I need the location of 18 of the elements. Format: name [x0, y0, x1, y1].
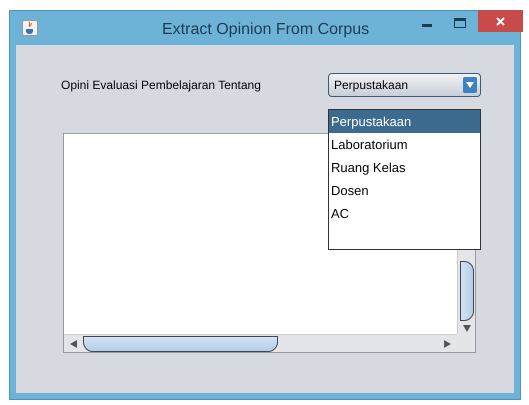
scroll-thumb[interactable] — [83, 336, 278, 352]
maximize-button[interactable] — [454, 18, 466, 28]
dropdown-option[interactable]: Laboratorium — [329, 133, 480, 156]
dropdown-option[interactable]: Dosen — [329, 179, 480, 202]
scroll-right-icon[interactable] — [444, 340, 451, 348]
scroll-left-icon[interactable] — [70, 340, 77, 348]
scroll-thumb[interactable] — [460, 261, 474, 321]
close-icon — [496, 16, 505, 26]
scroll-down-icon[interactable] — [462, 325, 470, 332]
dropdown-option[interactable]: Perpustakaan — [329, 110, 480, 133]
cup-icon — [22, 20, 38, 36]
close-button[interactable] — [478, 10, 523, 32]
horizontal-scrollbar[interactable] — [64, 334, 457, 352]
form-label: Opini Evaluasi Pembelajaran Tentang — [61, 77, 262, 94]
dropdown-option[interactable]: Ruang Kelas — [329, 156, 480, 179]
dropdown-option[interactable]: AC — [329, 202, 480, 225]
window-title: Extract Opinion From Corpus — [162, 20, 370, 40]
category-dropdown[interactable]: Perpustakaan — [328, 73, 481, 97]
